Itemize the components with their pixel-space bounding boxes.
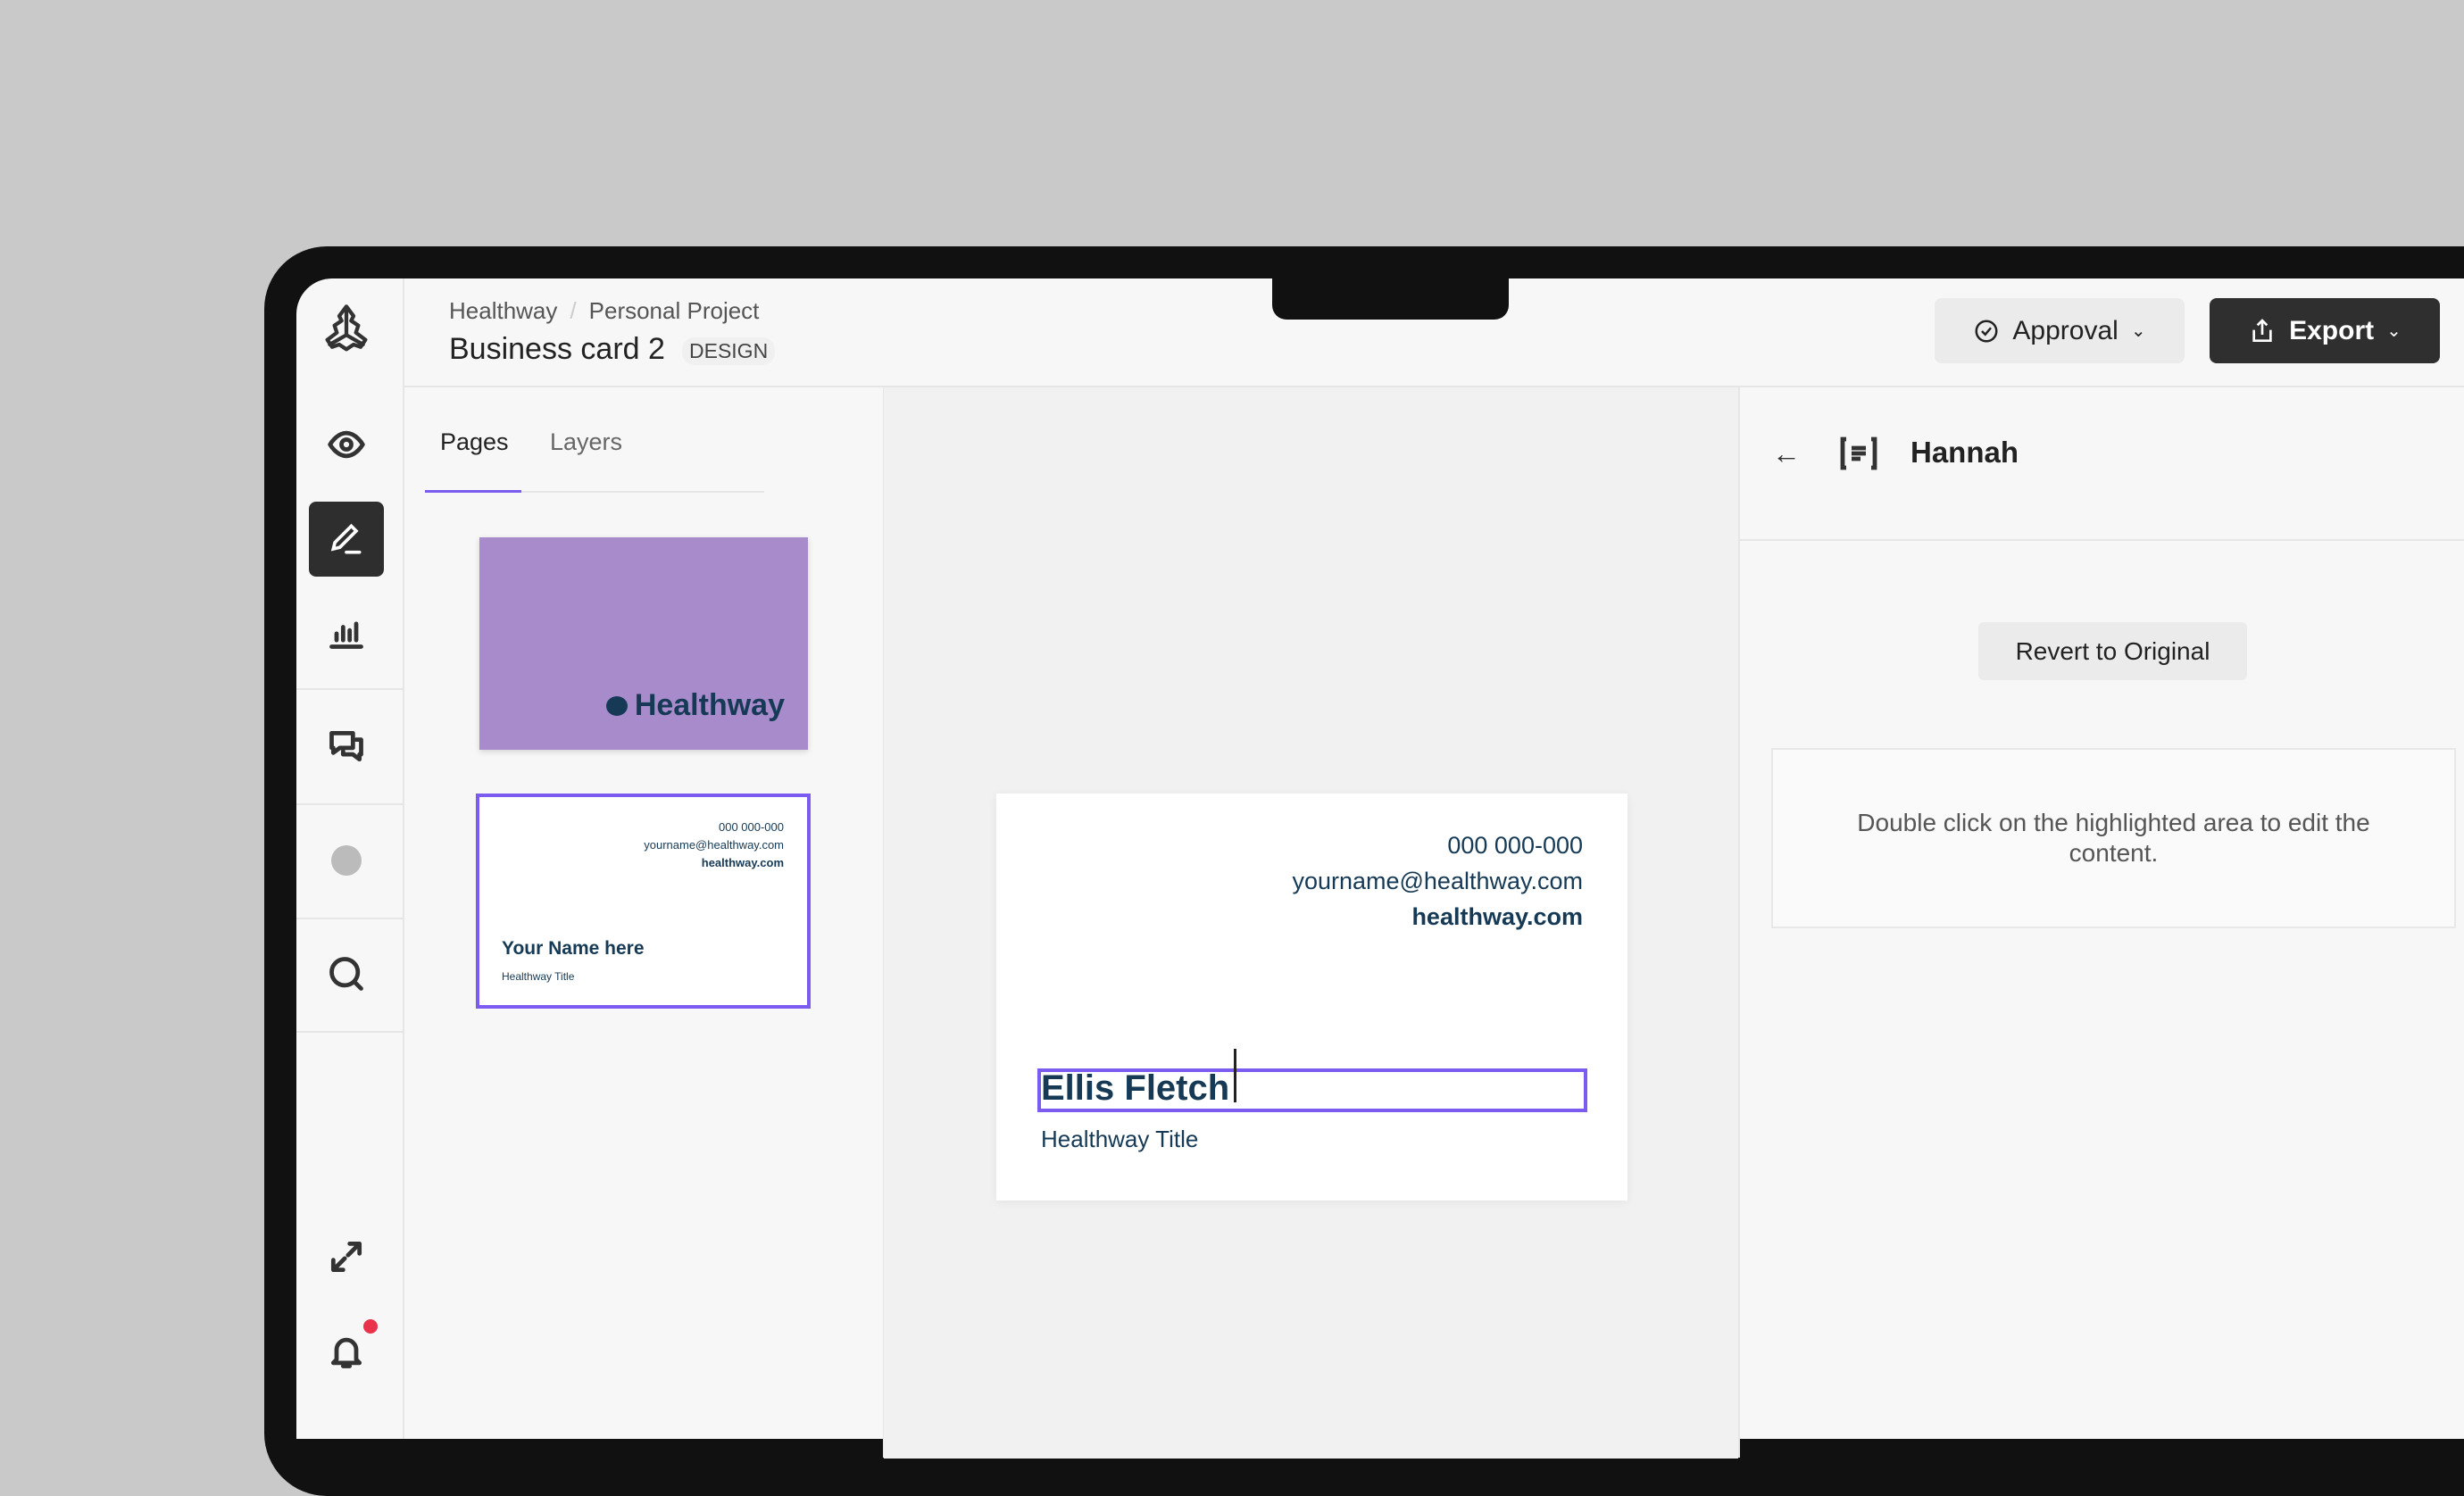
back-arrow-icon[interactable]: ← bbox=[1772, 437, 1801, 470]
divider bbox=[296, 688, 404, 690]
thumb-name: Your Name here bbox=[502, 938, 645, 959]
card-phone[interactable]: 000 000-000 bbox=[1292, 827, 1583, 863]
tab-layers[interactable]: Layers bbox=[550, 428, 622, 456]
active-tab-indicator bbox=[425, 490, 521, 493]
breadcrumb-item[interactable]: Personal Project bbox=[589, 297, 760, 325]
notification-badge bbox=[363, 1319, 378, 1334]
tab-pages[interactable]: Pages bbox=[440, 428, 509, 456]
card-title[interactable]: Healthway Title bbox=[1041, 1126, 1198, 1153]
divider bbox=[1739, 539, 2464, 541]
name-edit-field[interactable]: Ellis Fletch bbox=[1037, 1068, 1587, 1112]
revert-button[interactable]: Revert to Original bbox=[1978, 622, 2247, 680]
thumb-email: yourname@healthway.com bbox=[644, 838, 784, 852]
share-icon bbox=[2252, 318, 2272, 342]
divider bbox=[296, 803, 404, 805]
thumb-phone: 000 000-000 bbox=[718, 820, 784, 834]
business-card-canvas[interactable]: 000 000-000 yourname@healthway.com healt… bbox=[996, 794, 1627, 1201]
divider bbox=[1738, 386, 1740, 1458]
brand-name: Healthway bbox=[634, 688, 785, 722]
divider bbox=[296, 1031, 404, 1033]
thumb-site: healthway.com bbox=[701, 856, 784, 869]
expand-icon[interactable] bbox=[320, 1230, 373, 1284]
pencil-icon[interactable] bbox=[309, 502, 384, 577]
text-cursor bbox=[1234, 1049, 1236, 1102]
layer-name: Hannah bbox=[1910, 436, 2019, 469]
card-site[interactable]: healthway.com bbox=[1292, 899, 1583, 935]
search-icon[interactable] bbox=[320, 947, 373, 1001]
approval-label: Approval bbox=[2012, 315, 2119, 345]
design-badge: DESIGN bbox=[682, 337, 776, 365]
breadcrumb-item[interactable]: Healthway bbox=[449, 297, 557, 325]
page-thumbnail-back[interactable]: 000 000-000 yourname@healthway.com healt… bbox=[476, 794, 811, 1009]
divider bbox=[403, 278, 404, 1439]
divider bbox=[296, 918, 404, 919]
hint-text: Double click on the highlighted area to … bbox=[1857, 809, 2370, 867]
healthway-logo-icon bbox=[605, 695, 628, 716]
text-block-icon bbox=[1840, 436, 1877, 470]
status-dot-icon[interactable] bbox=[331, 845, 362, 876]
export-button[interactable]: Export ⌄ bbox=[2210, 298, 2440, 363]
chevron-down-icon: ⌄ bbox=[2386, 321, 2402, 341]
export-label: Export bbox=[2289, 315, 2375, 345]
name-input-value[interactable]: Ellis Fletch bbox=[1041, 1068, 1229, 1109]
chat-icon[interactable] bbox=[320, 719, 373, 773]
page-title: Business card 2 bbox=[449, 332, 665, 366]
logo-icon[interactable] bbox=[314, 303, 379, 357]
chevron-down-icon: ⌄ bbox=[2130, 321, 2146, 341]
bell-icon[interactable] bbox=[320, 1325, 373, 1378]
page-thumbnail-front[interactable]: Healthway bbox=[479, 537, 808, 750]
camera-notch bbox=[1272, 278, 1509, 320]
bar-chart-icon[interactable] bbox=[320, 605, 373, 659]
breadcrumb: Healthway / Personal Project bbox=[449, 297, 759, 325]
thumb-title: Healthway Title bbox=[502, 970, 575, 983]
approval-button[interactable]: Approval ⌄ bbox=[1935, 298, 2185, 363]
card-email[interactable]: yourname@healthway.com bbox=[1292, 863, 1583, 899]
hint-box: Double click on the highlighted area to … bbox=[1771, 748, 2456, 928]
breadcrumb-separator: / bbox=[570, 297, 577, 324]
check-circle-icon bbox=[1975, 320, 1998, 342]
eye-icon[interactable] bbox=[320, 418, 373, 471]
